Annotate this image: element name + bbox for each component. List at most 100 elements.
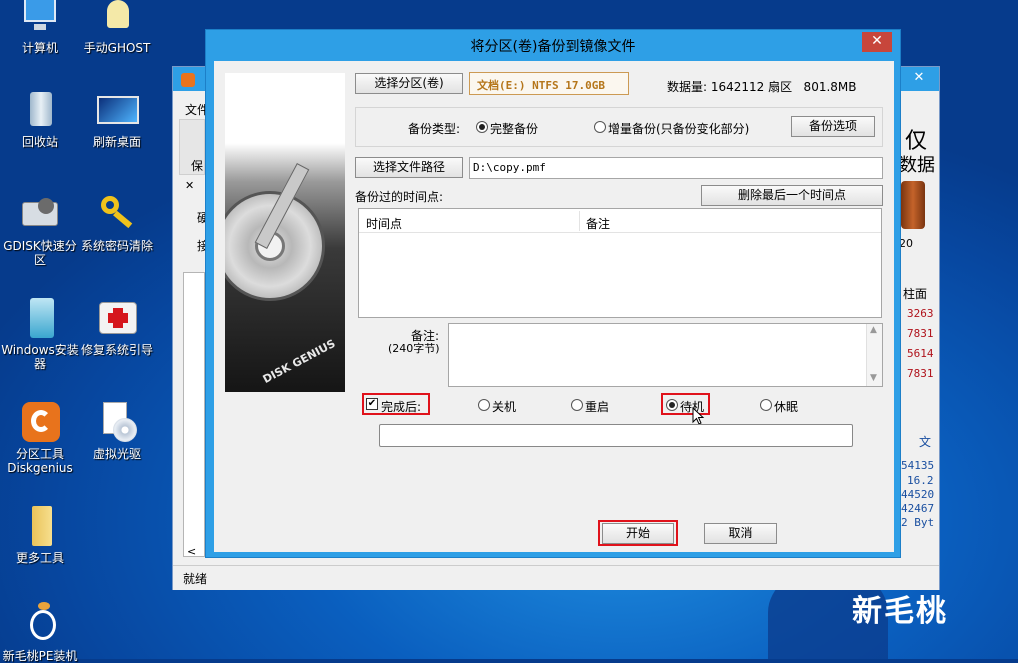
toolbar-save-fragment[interactable]: 保 (191, 157, 203, 174)
desktop-icon-repair[interactable]: 修复系统引导 (77, 296, 157, 357)
list-header (359, 209, 881, 233)
desktop-icon-label: 更多工具 (15, 551, 64, 565)
desktop-icon-label: 刷新桌面 (92, 135, 141, 149)
refresh-desktop-icon (95, 88, 139, 132)
dialog-close-button[interactable]: ✕ (862, 32, 892, 52)
tree-scroll-left[interactable]: < (187, 545, 196, 558)
desktop-icon-ghost[interactable]: 手动GHOST (77, 0, 157, 55)
column-divider (579, 211, 580, 231)
shutdown-label[interactable]: 关机 (492, 398, 516, 415)
timepoints-label: 备份过的时间点: (355, 190, 444, 204)
desktop-icon-virtual-drive[interactable]: 虚拟光驱 (77, 400, 157, 461)
backup-options-button[interactable]: 备份选项 (791, 116, 875, 137)
scroll-down-icon[interactable]: ▼ (870, 373, 877, 383)
desktop-icon-label: 虚拟光驱 (92, 447, 141, 461)
desktop-icon-label: 分区工具Diskgenius (7, 447, 73, 475)
detail-value: 16.2 (907, 474, 934, 487)
close-icon: ✕ (871, 33, 883, 49)
diskgenius-icon (18, 400, 62, 444)
desktop-icon-windows-installer[interactable]: Windows安装器 (0, 296, 80, 371)
note-textarea[interactable] (448, 323, 883, 387)
standby-radio[interactable] (666, 399, 678, 411)
data-amount-text: 数据量: 1642112 扇区 801.8MB (667, 80, 857, 94)
desktop-icon-label: 修复系统引导 (80, 343, 153, 357)
key-icon (95, 192, 139, 236)
desktop-icon-gdisk[interactable]: GDISK快速分区 (0, 192, 80, 267)
disk-genius-image: DISK GENIUS (225, 73, 345, 392)
full-backup-radio[interactable] (476, 121, 488, 133)
scroll-up-icon[interactable]: ▲ (870, 325, 877, 335)
desktop-icon-label: 回收站 (21, 135, 58, 149)
cylinder-header: 柱面 (903, 287, 928, 301)
status-text: 就绪 (183, 572, 208, 586)
backup-dialog: 将分区(卷)备份到镜像文件 ✕ DISK GENIUS 选择分区(卷) 文档(E… (205, 29, 901, 558)
desktop-icon-refresh[interactable]: 刷新桌面 (77, 88, 157, 149)
desktop-icon-label: 手动GHOST (83, 41, 151, 55)
incremental-backup-radio[interactable] (594, 121, 606, 133)
desktop-icon-label: 系统密码清除 (80, 239, 153, 253)
main-window-close-button[interactable]: ✕ (905, 70, 933, 88)
close-icon: ✕ (913, 70, 925, 85)
after-done-checkbox[interactable]: ✔ (366, 398, 378, 410)
hibernate-label[interactable]: 休眠 (774, 398, 798, 415)
desktop-icon-more-tools[interactable]: 更多工具 (0, 504, 80, 565)
select-file-path-button[interactable]: 选择文件路径 (355, 157, 463, 178)
delete-last-timepoint-button[interactable]: 删除最后一个时间点 (701, 185, 883, 206)
desktop-icon-label: 计算机 (21, 41, 58, 55)
after-done-label[interactable]: 完成后: (381, 398, 421, 415)
column-header-note[interactable]: 备注 (586, 215, 610, 232)
desktop-icon-pe-install[interactable]: 新毛桃PE装机 (0, 602, 80, 663)
note-limit-label: (240字节) (388, 342, 440, 355)
right-text-20: 20 (899, 237, 913, 250)
column-header-time[interactable]: 时间点 (366, 215, 402, 232)
cylinder-value: 3263 (907, 307, 934, 320)
backup-type-label: 备份类型: (408, 122, 461, 136)
tree-panel (183, 272, 205, 557)
cancel-button[interactable]: 取消 (704, 523, 777, 544)
shutdown-radio[interactable] (478, 399, 490, 411)
incremental-backup-label[interactable]: 增量备份(只备份变化部分) (608, 120, 749, 137)
disk-image-caption: DISK GENIUS (260, 336, 338, 387)
right-big-text-2: 数据 (899, 155, 935, 176)
dialog-client-area: DISK GENIUS 选择分区(卷) 文档(E:) NTFS 17.0GB 数… (214, 61, 894, 552)
full-backup-label[interactable]: 完整备份 (490, 120, 538, 137)
side-panel-close[interactable]: ✕ (185, 179, 194, 192)
cylinder-value: 7831 (907, 327, 934, 340)
desktop-icon-diskgenius[interactable]: 分区工具Diskgenius (0, 400, 80, 475)
recycle-bin-icon (18, 88, 62, 132)
app-logo-icon (181, 73, 195, 87)
folder-icon (18, 504, 62, 548)
detail-value: 44520 (901, 488, 935, 501)
progress-bar (379, 424, 853, 447)
virtual-drive-icon (95, 400, 139, 444)
detail-value: 42467 (901, 502, 935, 515)
restart-label[interactable]: 重启 (585, 398, 609, 415)
computer-icon (18, 0, 62, 38)
watermark-text: 新毛桃 (852, 594, 948, 629)
repair-kit-icon (95, 296, 139, 340)
cylinder-value: 7831 (907, 367, 934, 380)
right-text-wen: 文 (919, 435, 932, 449)
peach-icon (18, 602, 62, 646)
partition-info: 文档(E:) NTFS 17.0GB (477, 79, 605, 92)
desktop-icon-key[interactable]: 系统密码清除 (77, 192, 157, 253)
hibernate-radio[interactable] (760, 399, 772, 411)
disk-cylinder-graphic (901, 181, 925, 229)
cylinder-value: 5614 (907, 347, 934, 360)
detail-value: 54135 (901, 459, 935, 472)
select-partition-button[interactable]: 选择分区(卷) (355, 73, 463, 94)
detail-value: 2 Byt (901, 516, 935, 529)
start-button[interactable]: 开始 (602, 523, 674, 544)
desktop-icon-computer[interactable]: 计算机 (0, 0, 80, 55)
gdisk-icon (18, 192, 62, 236)
ghost-icon (95, 0, 139, 38)
desktop-icon-label: GDISK快速分区 (3, 239, 77, 267)
windows-installer-icon (18, 296, 62, 340)
desktop-icon-label: Windows安装器 (1, 343, 79, 371)
desktop-icon-label: 新毛桃PE装机 (2, 649, 78, 663)
desktop-icon-recycle[interactable]: 回收站 (0, 88, 80, 149)
dialog-title: 将分区(卷)备份到镜像文件 (470, 39, 636, 55)
file-path-value: D:\copy.pmf (473, 161, 546, 174)
statusbar (173, 565, 939, 590)
restart-radio[interactable] (571, 399, 583, 411)
